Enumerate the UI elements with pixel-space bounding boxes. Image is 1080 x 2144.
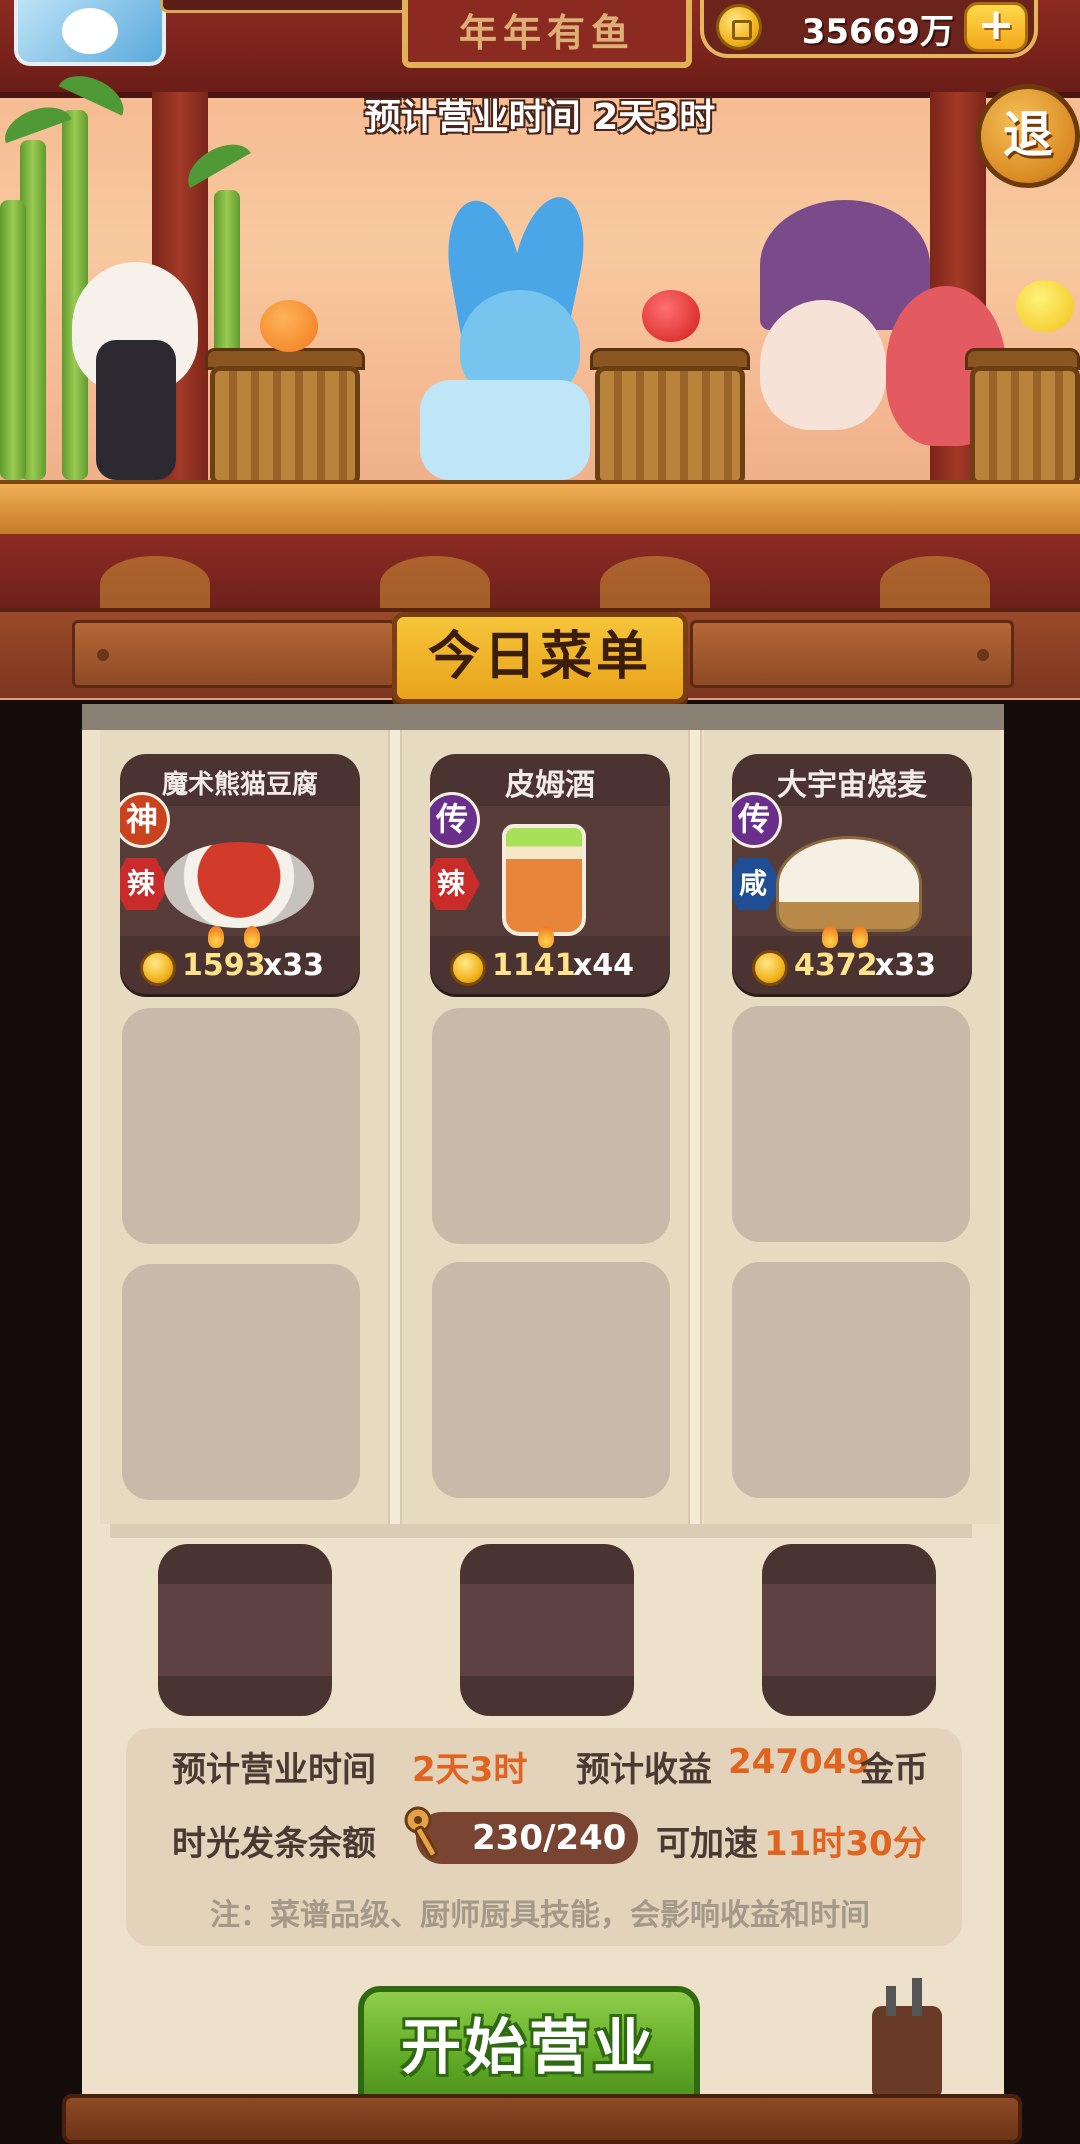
empty-dish-slot[interactable] bbox=[432, 1008, 670, 1244]
estimated-income-label: 预计收益 bbox=[576, 1750, 712, 1790]
counter-box bbox=[210, 366, 360, 486]
coin-icon bbox=[752, 950, 788, 986]
exit-button[interactable]: 退 bbox=[976, 84, 1080, 188]
row-divider bbox=[110, 1524, 972, 1538]
flame-icon bbox=[822, 926, 838, 948]
decorative-knot bbox=[100, 556, 210, 612]
slot-band bbox=[158, 1584, 332, 1676]
girl-character bbox=[760, 300, 886, 430]
utensil-holder-icon bbox=[872, 1978, 942, 2096]
restaurant-scene: 年年有鱼 35669万 + 预计营业时间 2天3时 退 bbox=[0, 0, 1080, 700]
estimated-income-value: 247049 bbox=[728, 1742, 870, 1782]
counter-box bbox=[595, 366, 745, 486]
rabbit-body bbox=[420, 380, 590, 480]
shop-sign-text: 年年有鱼 bbox=[458, 11, 635, 55]
avatar-face bbox=[62, 8, 118, 54]
dish-card[interactable]: 大宇宙烧麦 传 咸 4372 x33 bbox=[732, 754, 972, 994]
wooden-plank bbox=[690, 620, 1014, 688]
chef-body bbox=[96, 340, 176, 480]
slot-band bbox=[460, 1584, 634, 1676]
empty-dish-slot[interactable] bbox=[732, 1006, 970, 1242]
decorative-knot bbox=[880, 556, 990, 612]
dish-price: 4372 bbox=[794, 948, 878, 983]
speedup-label: 可加速 bbox=[656, 1824, 758, 1864]
column-divider bbox=[688, 730, 702, 1526]
dish-price: 1593 bbox=[182, 948, 266, 983]
dish-quantity: x33 bbox=[262, 948, 324, 983]
empty-dish-slot[interactable] bbox=[122, 1264, 360, 1500]
orange-icon bbox=[260, 300, 318, 352]
chef-slot[interactable] bbox=[460, 1544, 634, 1716]
dish-card[interactable]: 皮姆酒 传 辣 1141 x44 bbox=[430, 754, 670, 994]
info-note: 注：菜谱品级、厨师厨具技能，会影响收益和时间 bbox=[210, 1898, 870, 1933]
player-avatar[interactable] bbox=[14, 0, 166, 66]
shop-counter bbox=[0, 480, 1080, 538]
decorative-knot bbox=[380, 556, 490, 612]
income-unit: 金币 bbox=[860, 1750, 928, 1790]
empty-dish-slot[interactable] bbox=[732, 1262, 970, 1498]
coin-icon bbox=[716, 4, 762, 50]
bamboo bbox=[0, 200, 26, 480]
clockwork-key-icon bbox=[404, 1806, 438, 1859]
flame-icon bbox=[244, 926, 260, 948]
panel-shadow bbox=[82, 704, 1004, 730]
flame-icon bbox=[852, 926, 868, 948]
coin-icon bbox=[450, 950, 486, 986]
menu-title-plaque: 今日菜单 bbox=[392, 612, 688, 704]
dish-quantity: x44 bbox=[572, 948, 634, 983]
decorative-knot bbox=[600, 556, 710, 612]
column-divider bbox=[388, 730, 402, 1526]
add-coins-button[interactable]: + bbox=[964, 2, 1028, 52]
balance-label: 时光发条余额 bbox=[172, 1824, 376, 1864]
shop-sign: 年年有鱼 bbox=[402, 0, 692, 68]
bottom-frame bbox=[62, 2094, 1022, 2144]
estimated-time-label: 预计营业时间 bbox=[172, 1750, 376, 1790]
dish-quantity: x33 bbox=[874, 948, 936, 983]
balance-value: 230/240 bbox=[472, 1818, 627, 1858]
mapo-tofu-icon bbox=[164, 842, 314, 928]
dish-price: 1141 bbox=[492, 948, 576, 983]
nail-icon bbox=[97, 649, 109, 661]
pimms-drink-icon bbox=[502, 824, 586, 936]
speedup-value: 11时30分 bbox=[764, 1824, 927, 1864]
flame-icon bbox=[538, 926, 554, 948]
slot-band bbox=[762, 1584, 936, 1676]
chef-slot[interactable] bbox=[158, 1544, 332, 1716]
apple-icon bbox=[642, 290, 700, 342]
empty-dish-slot[interactable] bbox=[122, 1008, 360, 1244]
estimated-time-value: 2天3时 bbox=[412, 1750, 528, 1790]
estimated-time-banner: 预计营业时间 2天3时 bbox=[364, 97, 716, 138]
empty-dish-slot[interactable] bbox=[432, 1262, 670, 1498]
counter-box bbox=[970, 366, 1080, 486]
coin-icon bbox=[140, 950, 176, 986]
coin-balance: 35669万 + bbox=[700, 0, 1038, 58]
pear-icon bbox=[1016, 280, 1074, 332]
menu-title: 今日菜单 bbox=[427, 627, 652, 687]
flame-icon bbox=[208, 926, 224, 948]
shaomai-icon bbox=[776, 836, 922, 932]
dish-card[interactable]: 魔术熊猫豆腐 神 辣 1593 x33 bbox=[120, 754, 360, 994]
wooden-plank bbox=[72, 620, 396, 688]
chef-slot[interactable] bbox=[762, 1544, 936, 1716]
nail-icon bbox=[977, 649, 989, 661]
coin-amount: 35669万 bbox=[801, 12, 954, 52]
